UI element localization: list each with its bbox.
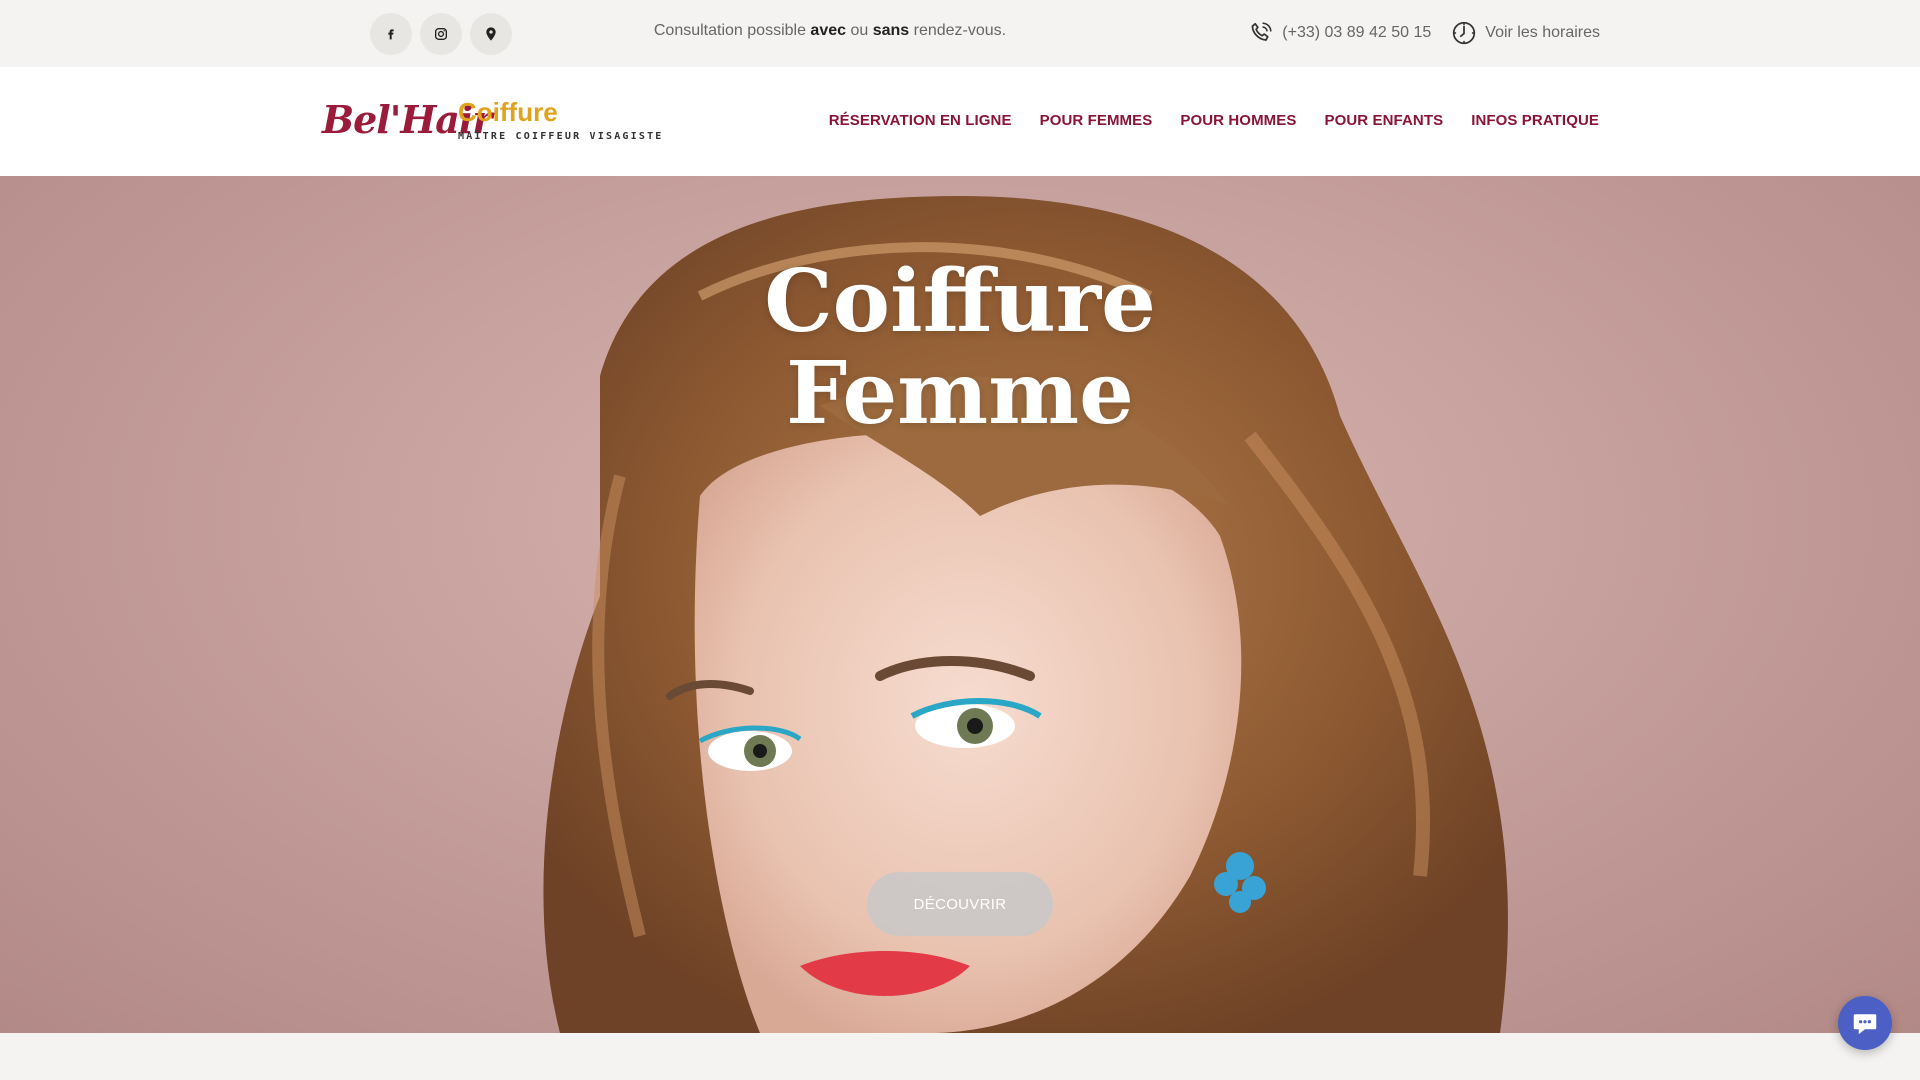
phone-icon: [1251, 22, 1272, 41]
hours-link[interactable]: Voir les horaires: [1451, 20, 1600, 46]
main-nav: RÉSERVATION EN LIGNE POUR FEMMES POUR HO…: [829, 112, 1599, 129]
nav-pour-femmes[interactable]: POUR FEMMES: [1040, 112, 1153, 129]
contact-info: (+33) 03 89 42 50 15 Voir les horaires: [1248, 20, 1600, 46]
consult-prefix: Consultation possible: [653, 22, 811, 39]
hero-title-line2: Femme: [786, 343, 1134, 444]
consult-middle: ou: [846, 22, 873, 39]
hero-banner: Coiffure Femme DÉCOUVRIR: [0, 176, 1920, 1033]
phone-number: (+33) 03 89 42 50 15: [1282, 24, 1432, 41]
chat-widget-button[interactable]: [1838, 996, 1892, 1050]
chat-bubble-icon: [1853, 1014, 1877, 1035]
hero-title: Coiffure Femme: [0, 256, 1920, 440]
logo[interactable]: Bel'Hair Coiffure MAÎTRE COIFFEUR VISAGI…: [322, 97, 661, 149]
clock-icon: [1453, 21, 1476, 45]
nav-pour-hommes[interactable]: POUR HOMMES: [1180, 112, 1296, 129]
site-header: Bel'Hair Coiffure MAÎTRE COIFFEUR VISAGI…: [0, 67, 1920, 176]
consult-avec: avec: [810, 22, 847, 39]
logo-word: Coiffure: [458, 97, 558, 127]
consult-suffix: rendez-vous.: [909, 22, 1007, 39]
nav-pour-enfants[interactable]: POUR ENFANTS: [1324, 112, 1443, 129]
logo-tagline: MAÎTRE COIFFEUR VISAGISTE: [458, 131, 664, 142]
nav-infos-pratique[interactable]: INFOS PRATIQUE: [1471, 112, 1599, 129]
hero-title-line1: Coiffure: [764, 251, 1156, 352]
phone-link[interactable]: (+33) 03 89 42 50 15: [1248, 20, 1431, 46]
section-divider: [0, 1033, 1920, 1080]
top-bar: Consultation possible avec ou sans rende…: [0, 0, 1920, 67]
discover-button[interactable]: DÉCOUVRIR: [867, 872, 1053, 936]
nav-reservation[interactable]: RÉSERVATION EN LIGNE: [829, 112, 1012, 129]
consult-sans: sans: [872, 22, 910, 39]
hours-label: Voir les horaires: [1485, 24, 1600, 41]
